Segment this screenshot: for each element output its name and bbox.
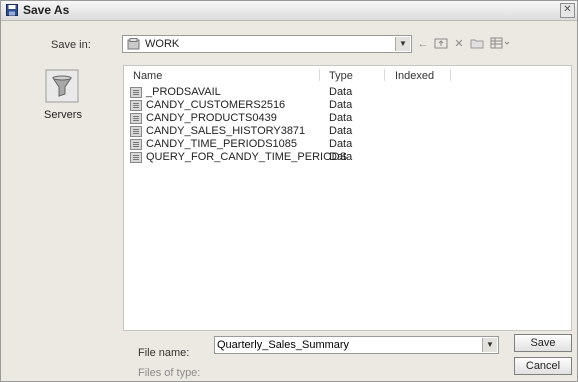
chevron-down-icon[interactable]: ▼: [395, 37, 410, 51]
data-table-icon: [130, 113, 142, 124]
up-folder-icon[interactable]: [433, 37, 449, 51]
file-list[interactable]: Name Type Indexed _PRODSAVAIL Data CANDY…: [123, 65, 572, 331]
chevron-down-icon[interactable]: ▼: [482, 338, 497, 352]
data-table-icon: [130, 100, 142, 111]
data-table-icon: [130, 139, 142, 150]
save-in-value: WORK: [145, 38, 180, 50]
column-header-type[interactable]: Type: [329, 70, 353, 82]
cancel-button[interactable]: Cancel: [514, 357, 572, 375]
column-divider: [384, 69, 385, 81]
file-name: CANDY_PRODUCTS0439: [146, 112, 277, 124]
file-type: Data: [329, 112, 353, 124]
file-type-label: Files of type:: [138, 367, 201, 379]
back-arrow-icon[interactable]: ←: [415, 37, 431, 51]
column-header-indexed[interactable]: Indexed: [395, 70, 434, 82]
file-name: CANDY_CUSTOMERS2516: [146, 99, 286, 111]
data-table-icon: [130, 87, 142, 98]
new-folder-icon[interactable]: [469, 37, 485, 51]
save-button[interactable]: Save: [514, 334, 572, 352]
library-icon: [127, 38, 140, 50]
list-item[interactable]: CANDY_TIME_PERIODS1085 Data: [130, 138, 390, 151]
file-type: Data: [329, 86, 353, 98]
file-type: Data: [329, 138, 353, 150]
data-table-icon: [130, 126, 142, 137]
floppy-disk-icon: [6, 4, 18, 16]
file-name: CANDY_TIME_PERIODS1085: [146, 138, 297, 150]
file-type: Data: [329, 99, 353, 111]
file-name: CANDY_SALES_HISTORY3871: [146, 125, 306, 137]
column-header-name[interactable]: Name: [133, 70, 162, 82]
places-item-servers[interactable]: Servers: [39, 65, 87, 125]
file-name: QUERY_FOR_CANDY_TIME_PERIODS: [146, 151, 347, 163]
column-divider: [450, 69, 451, 81]
file-name-combobox[interactable]: ▼: [214, 336, 499, 354]
delete-icon[interactable]: ✕: [451, 37, 467, 51]
file-name: _PRODSAVAIL: [146, 86, 221, 98]
list-item[interactable]: _PRODSAVAIL Data: [130, 86, 390, 99]
file-type: Data: [329, 125, 353, 137]
views-menu-icon[interactable]: [489, 37, 513, 51]
places-bar: Servers: [39, 65, 87, 365]
data-table-icon: [130, 152, 142, 163]
title-bar[interactable]: Save As ✕: [1, 1, 577, 21]
file-type: Data: [329, 151, 353, 163]
save-in-combobox[interactable]: WORK ▼: [122, 35, 412, 53]
dialog-title: Save As: [23, 3, 70, 17]
servers-icon: [45, 69, 79, 103]
close-icon: ✕: [563, 4, 572, 15]
save-in-label: Save in:: [51, 39, 91, 51]
list-item[interactable]: CANDY_PRODUCTS0439 Data: [130, 112, 390, 125]
close-button[interactable]: ✕: [560, 3, 575, 18]
places-item-label: Servers: [44, 109, 82, 121]
column-divider: [319, 69, 320, 81]
save-as-dialog: Save As ✕ Save in: WORK ▼ ← ✕ Servers Na…: [0, 0, 578, 382]
list-item[interactable]: CANDY_CUSTOMERS2516 Data: [130, 99, 390, 112]
list-item[interactable]: QUERY_FOR_CANDY_TIME_PERIODS Data: [130, 151, 390, 164]
list-item[interactable]: CANDY_SALES_HISTORY3871 Data: [130, 125, 390, 138]
file-name-label: File name:: [138, 347, 190, 359]
file-name-input[interactable]: [217, 338, 479, 352]
